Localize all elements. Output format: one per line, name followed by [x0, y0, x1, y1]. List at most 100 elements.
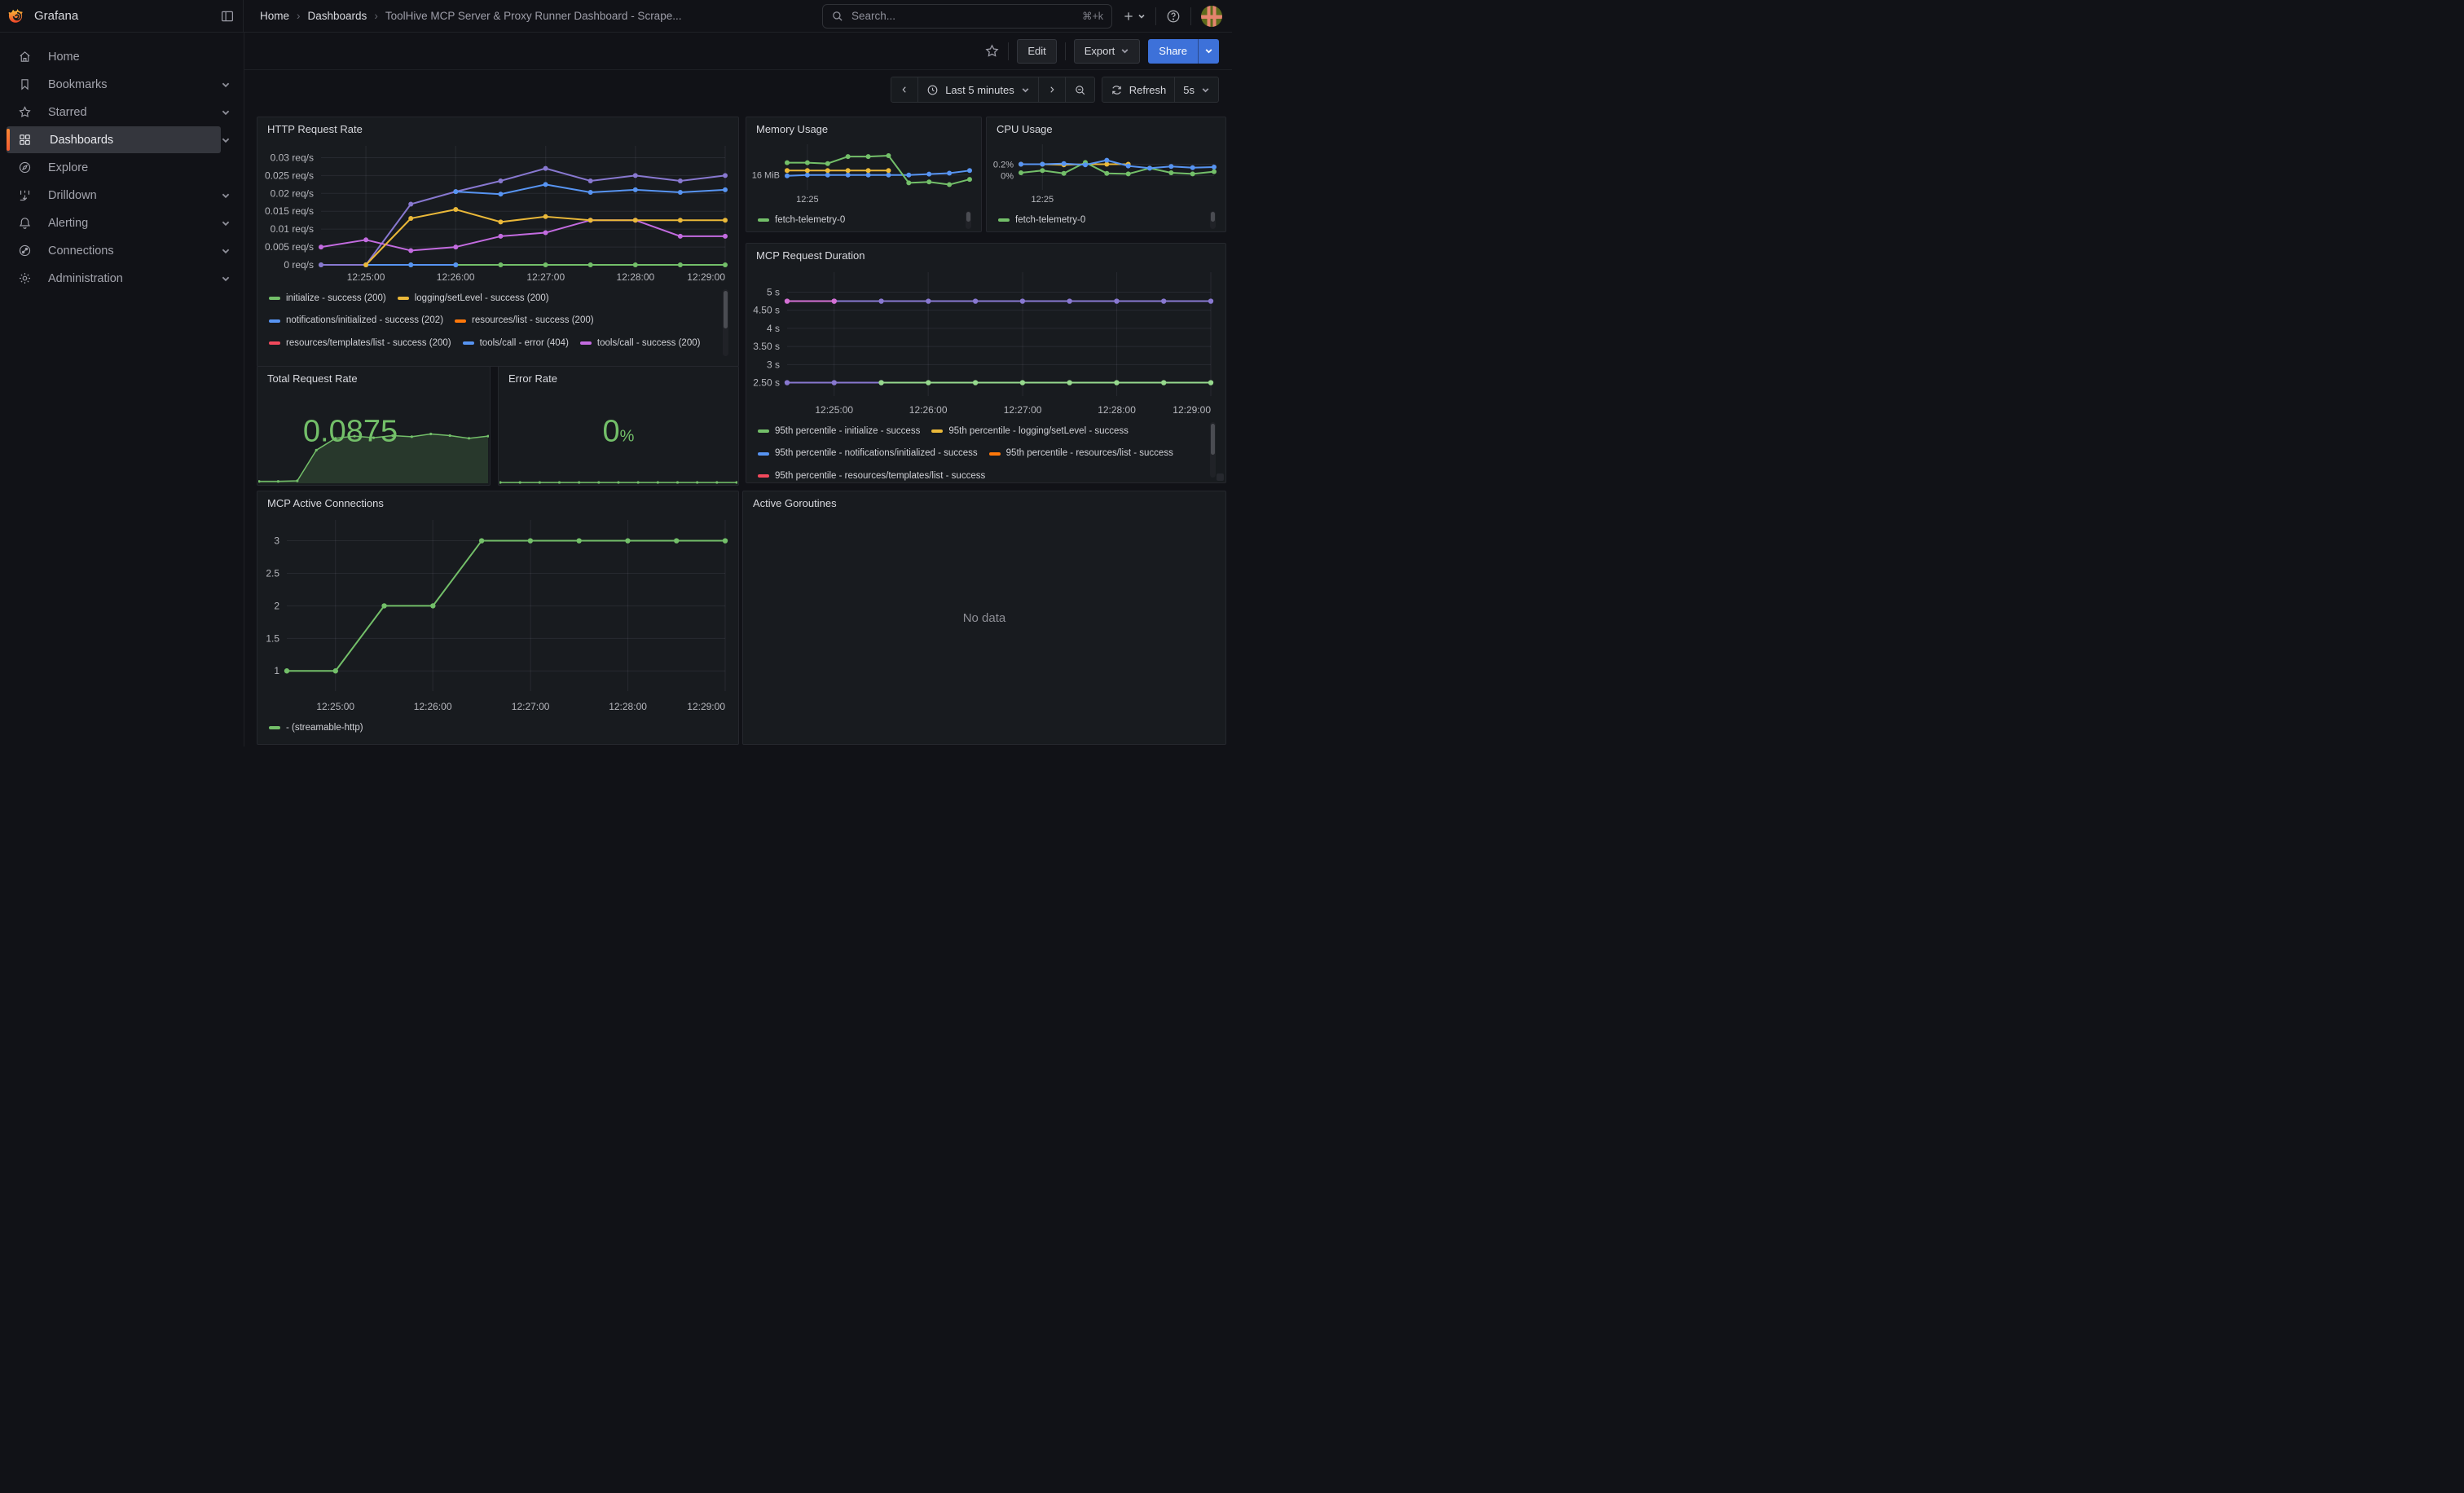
no-data-message: No data	[743, 491, 1225, 744]
chevron-down-icon[interactable]	[221, 108, 231, 117]
chevron-down-icon[interactable]	[221, 218, 231, 228]
svg-text:3.50 s: 3.50 s	[753, 341, 780, 352]
time-shift-forward-button[interactable]	[1038, 77, 1065, 102]
divider	[1008, 42, 1009, 60]
legend-item[interactable]: tools/call - success (200)	[580, 337, 701, 350]
zoom-out-button[interactable]	[1065, 77, 1094, 102]
refresh-interval-picker[interactable]: 5s	[1174, 77, 1218, 102]
refresh-button[interactable]: Refresh	[1102, 77, 1175, 102]
chevron-down-icon[interactable]	[221, 80, 231, 90]
legend-swatch-icon	[269, 341, 280, 345]
svg-text:0.015 req/s: 0.015 req/s	[265, 205, 314, 217]
svg-text:1: 1	[274, 665, 279, 676]
search-field[interactable]	[850, 9, 1076, 23]
sidebar-item-label: Dashboards	[48, 134, 221, 147]
svg-text:12:25:00: 12:25:00	[347, 271, 385, 283]
chevron-right-icon	[1047, 85, 1057, 95]
svg-text:12:27:00: 12:27:00	[512, 701, 550, 712]
mcp-active-connections-chart[interactable]: 12:25:0012:26:0012:27:0012:28:0012:29:00…	[259, 512, 733, 716]
time-range-picker[interactable]: Last 5 minutes	[917, 77, 1038, 102]
sidebar-item-explore[interactable]: Explore	[0, 154, 244, 181]
memory-usage-chart[interactable]: 12:2516 MiB	[748, 138, 976, 208]
http-request-rate-chart[interactable]: 12:25:0012:26:0012:27:0012:28:0012:29:00…	[259, 138, 733, 286]
chevron-down-icon[interactable]	[221, 191, 231, 200]
chevron-down-icon[interactable]	[221, 246, 231, 256]
panel-title[interactable]: Total Request Rate	[257, 367, 490, 387]
legend-item[interactable]: 95th percentile - resources/list - succe…	[989, 447, 1173, 460]
add-new-button[interactable]	[1122, 10, 1146, 23]
legend-item[interactable]: 95th percentile - initialize - success	[758, 425, 920, 438]
bookmark-icon	[18, 77, 32, 91]
chevron-down-icon[interactable]	[221, 135, 231, 145]
legend-swatch-icon	[989, 452, 1001, 456]
sidebar-item-home[interactable]: Home	[0, 43, 244, 70]
panel-title[interactable]: Memory Usage	[746, 117, 981, 138]
legend-item[interactable]: fetch-telemetry-0	[998, 214, 1085, 227]
legend-item[interactable]: fetch-telemetry-0	[758, 214, 845, 227]
breadcrumb-link[interactable]: Dashboards	[308, 10, 367, 22]
legend-swatch-icon	[398, 297, 409, 300]
brand-name: Grafana	[34, 9, 78, 23]
sidebar-toggle-icon[interactable]	[220, 9, 235, 24]
share-menu-button[interactable]	[1198, 39, 1219, 64]
export-button[interactable]: Export	[1074, 39, 1141, 64]
legend-scrollbar[interactable]	[723, 289, 728, 356]
panel-mcp-active-connections: MCP Active Connections 12:25:0012:26:001…	[257, 491, 739, 745]
legend-swatch-icon	[269, 726, 280, 729]
svg-text:4 s: 4 s	[767, 323, 780, 334]
edit-button[interactable]: Edit	[1017, 39, 1056, 64]
breadcrumb-link[interactable]: Home	[260, 10, 289, 22]
favorite-star-button[interactable]	[984, 43, 1000, 59]
sidebar-item-bookmarks[interactable]: Bookmarks	[0, 71, 244, 98]
legend-item[interactable]: notifications/initialized - success (202…	[269, 315, 443, 327]
legend-item[interactable]: logging/setLevel - success (200)	[398, 293, 549, 305]
panel-memory-usage: Memory Usage 12:2516 MiB fetch-telemetry…	[746, 117, 982, 232]
chevron-down-icon[interactable]	[221, 274, 231, 284]
panel-title[interactable]: Error Rate	[499, 367, 738, 387]
sidebar-item-label: Alerting	[48, 217, 221, 230]
breadcrumb-separator: ›	[297, 10, 301, 22]
gear-icon	[18, 271, 32, 285]
search-input[interactable]: ⌘+k	[822, 4, 1112, 29]
sidebar-item-drilldown[interactable]: Drilldown	[0, 182, 244, 209]
panel-grid: HTTP Request Rate 12:25:0012:26:0012:27:…	[257, 117, 1230, 745]
legend-item[interactable]: 95th percentile - logging/setLevel - suc…	[931, 425, 1129, 438]
legend-item[interactable]: resources/list - success (200)	[455, 315, 594, 327]
share-button-group: Share	[1148, 39, 1219, 64]
svg-text:12:26:00: 12:26:00	[909, 404, 948, 416]
time-range-label: Last 5 minutes	[945, 84, 1014, 96]
svg-text:0.01 req/s: 0.01 req/s	[271, 223, 314, 235]
share-button[interactable]: Share	[1148, 39, 1198, 64]
sidebar-item-dashboards[interactable]: Dashboards	[0, 126, 244, 153]
legend-scrollbar[interactable]	[966, 211, 971, 229]
help-button[interactable]	[1166, 9, 1181, 24]
legend-swatch-icon	[931, 429, 943, 433]
legend-scrollbar[interactable]	[1210, 211, 1216, 229]
mcp-request-duration-chart[interactable]: 12:25:0012:26:0012:27:0012:28:0012:29:00…	[748, 264, 1221, 419]
legend-item[interactable]: 95th percentile - notifications/initiali…	[758, 447, 978, 460]
legend-item[interactable]: initialize - success (200)	[269, 293, 386, 305]
legend-label: resources/templates/list - success (200)	[286, 337, 451, 350]
sidebar-item-starred[interactable]: Starred	[0, 99, 244, 126]
sidebar-item-connections[interactable]: Connections	[0, 237, 244, 264]
sidebar-item-label: Explore	[48, 161, 231, 174]
legend-item[interactable]: tools/call - error (404)	[463, 337, 569, 350]
panel-title[interactable]: HTTP Request Rate	[257, 117, 738, 138]
sidebar-item-label: Starred	[48, 106, 221, 119]
legend-item[interactable]: resources/templates/list - success (200)	[269, 337, 451, 350]
grafana-logo-icon	[8, 7, 26, 25]
panel-title[interactable]: CPU Usage	[987, 117, 1225, 138]
svg-text:12:26:00: 12:26:00	[414, 701, 452, 712]
cpu-usage-chart[interactable]: 12:250.2%0%	[988, 138, 1221, 208]
panel-title[interactable]: MCP Request Duration	[746, 244, 1225, 264]
grafana-home-link[interactable]: Grafana	[8, 7, 243, 25]
legend-scrollbar[interactable]	[1210, 422, 1216, 478]
sidebar-item-administration[interactable]: Administration	[0, 265, 244, 292]
top-nav: Grafana Home›Dashboards›ToolHive MCP Ser…	[0, 0, 1232, 33]
legend-item[interactable]: - (streamable-http)	[269, 722, 363, 734]
legend-item[interactable]: 95th percentile - resources/templates/li…	[758, 470, 985, 482]
time-shift-back-button[interactable]	[891, 77, 917, 102]
sidebar-item-alerting[interactable]: Alerting	[0, 209, 244, 236]
panel-title[interactable]: MCP Active Connections	[257, 491, 738, 512]
user-avatar[interactable]	[1201, 6, 1222, 27]
